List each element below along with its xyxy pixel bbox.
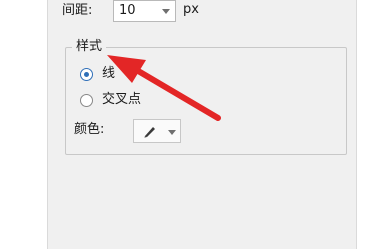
annotation-arrow: [107, 55, 221, 121]
spacing-label: 间距:: [62, 3, 93, 18]
spacing-combobox[interactable]: 10: [113, 0, 176, 22]
spacing-value: 10: [119, 3, 136, 18]
radio-line[interactable]: [80, 68, 93, 81]
radio-cross-points[interactable]: [80, 94, 93, 107]
spacing-unit: px: [183, 2, 199, 17]
pen-icon: [144, 127, 155, 138]
chevron-down-icon[interactable]: [162, 9, 170, 14]
color-label: 颜色:: [74, 122, 105, 137]
chevron-down-icon: [168, 130, 176, 135]
